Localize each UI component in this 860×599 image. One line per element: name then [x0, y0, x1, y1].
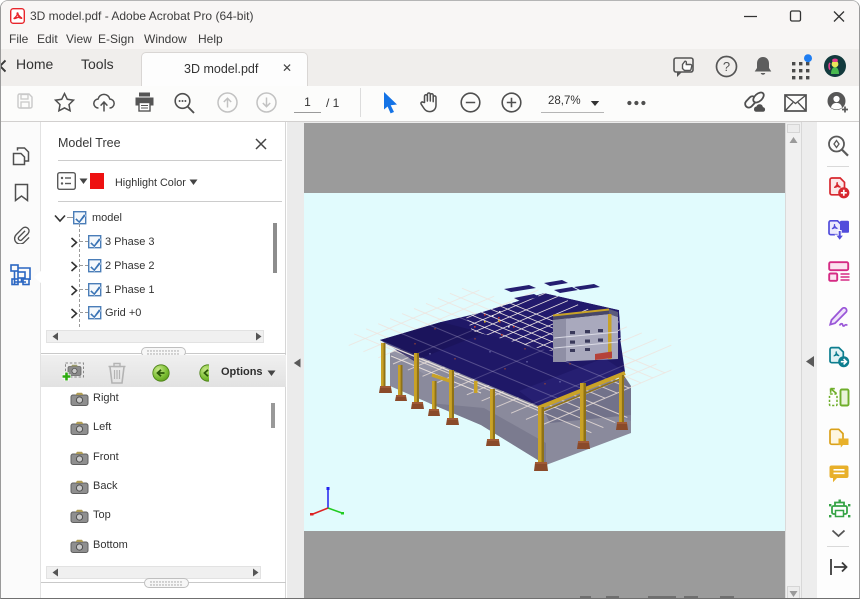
svg-text:?: ? — [723, 59, 730, 74]
